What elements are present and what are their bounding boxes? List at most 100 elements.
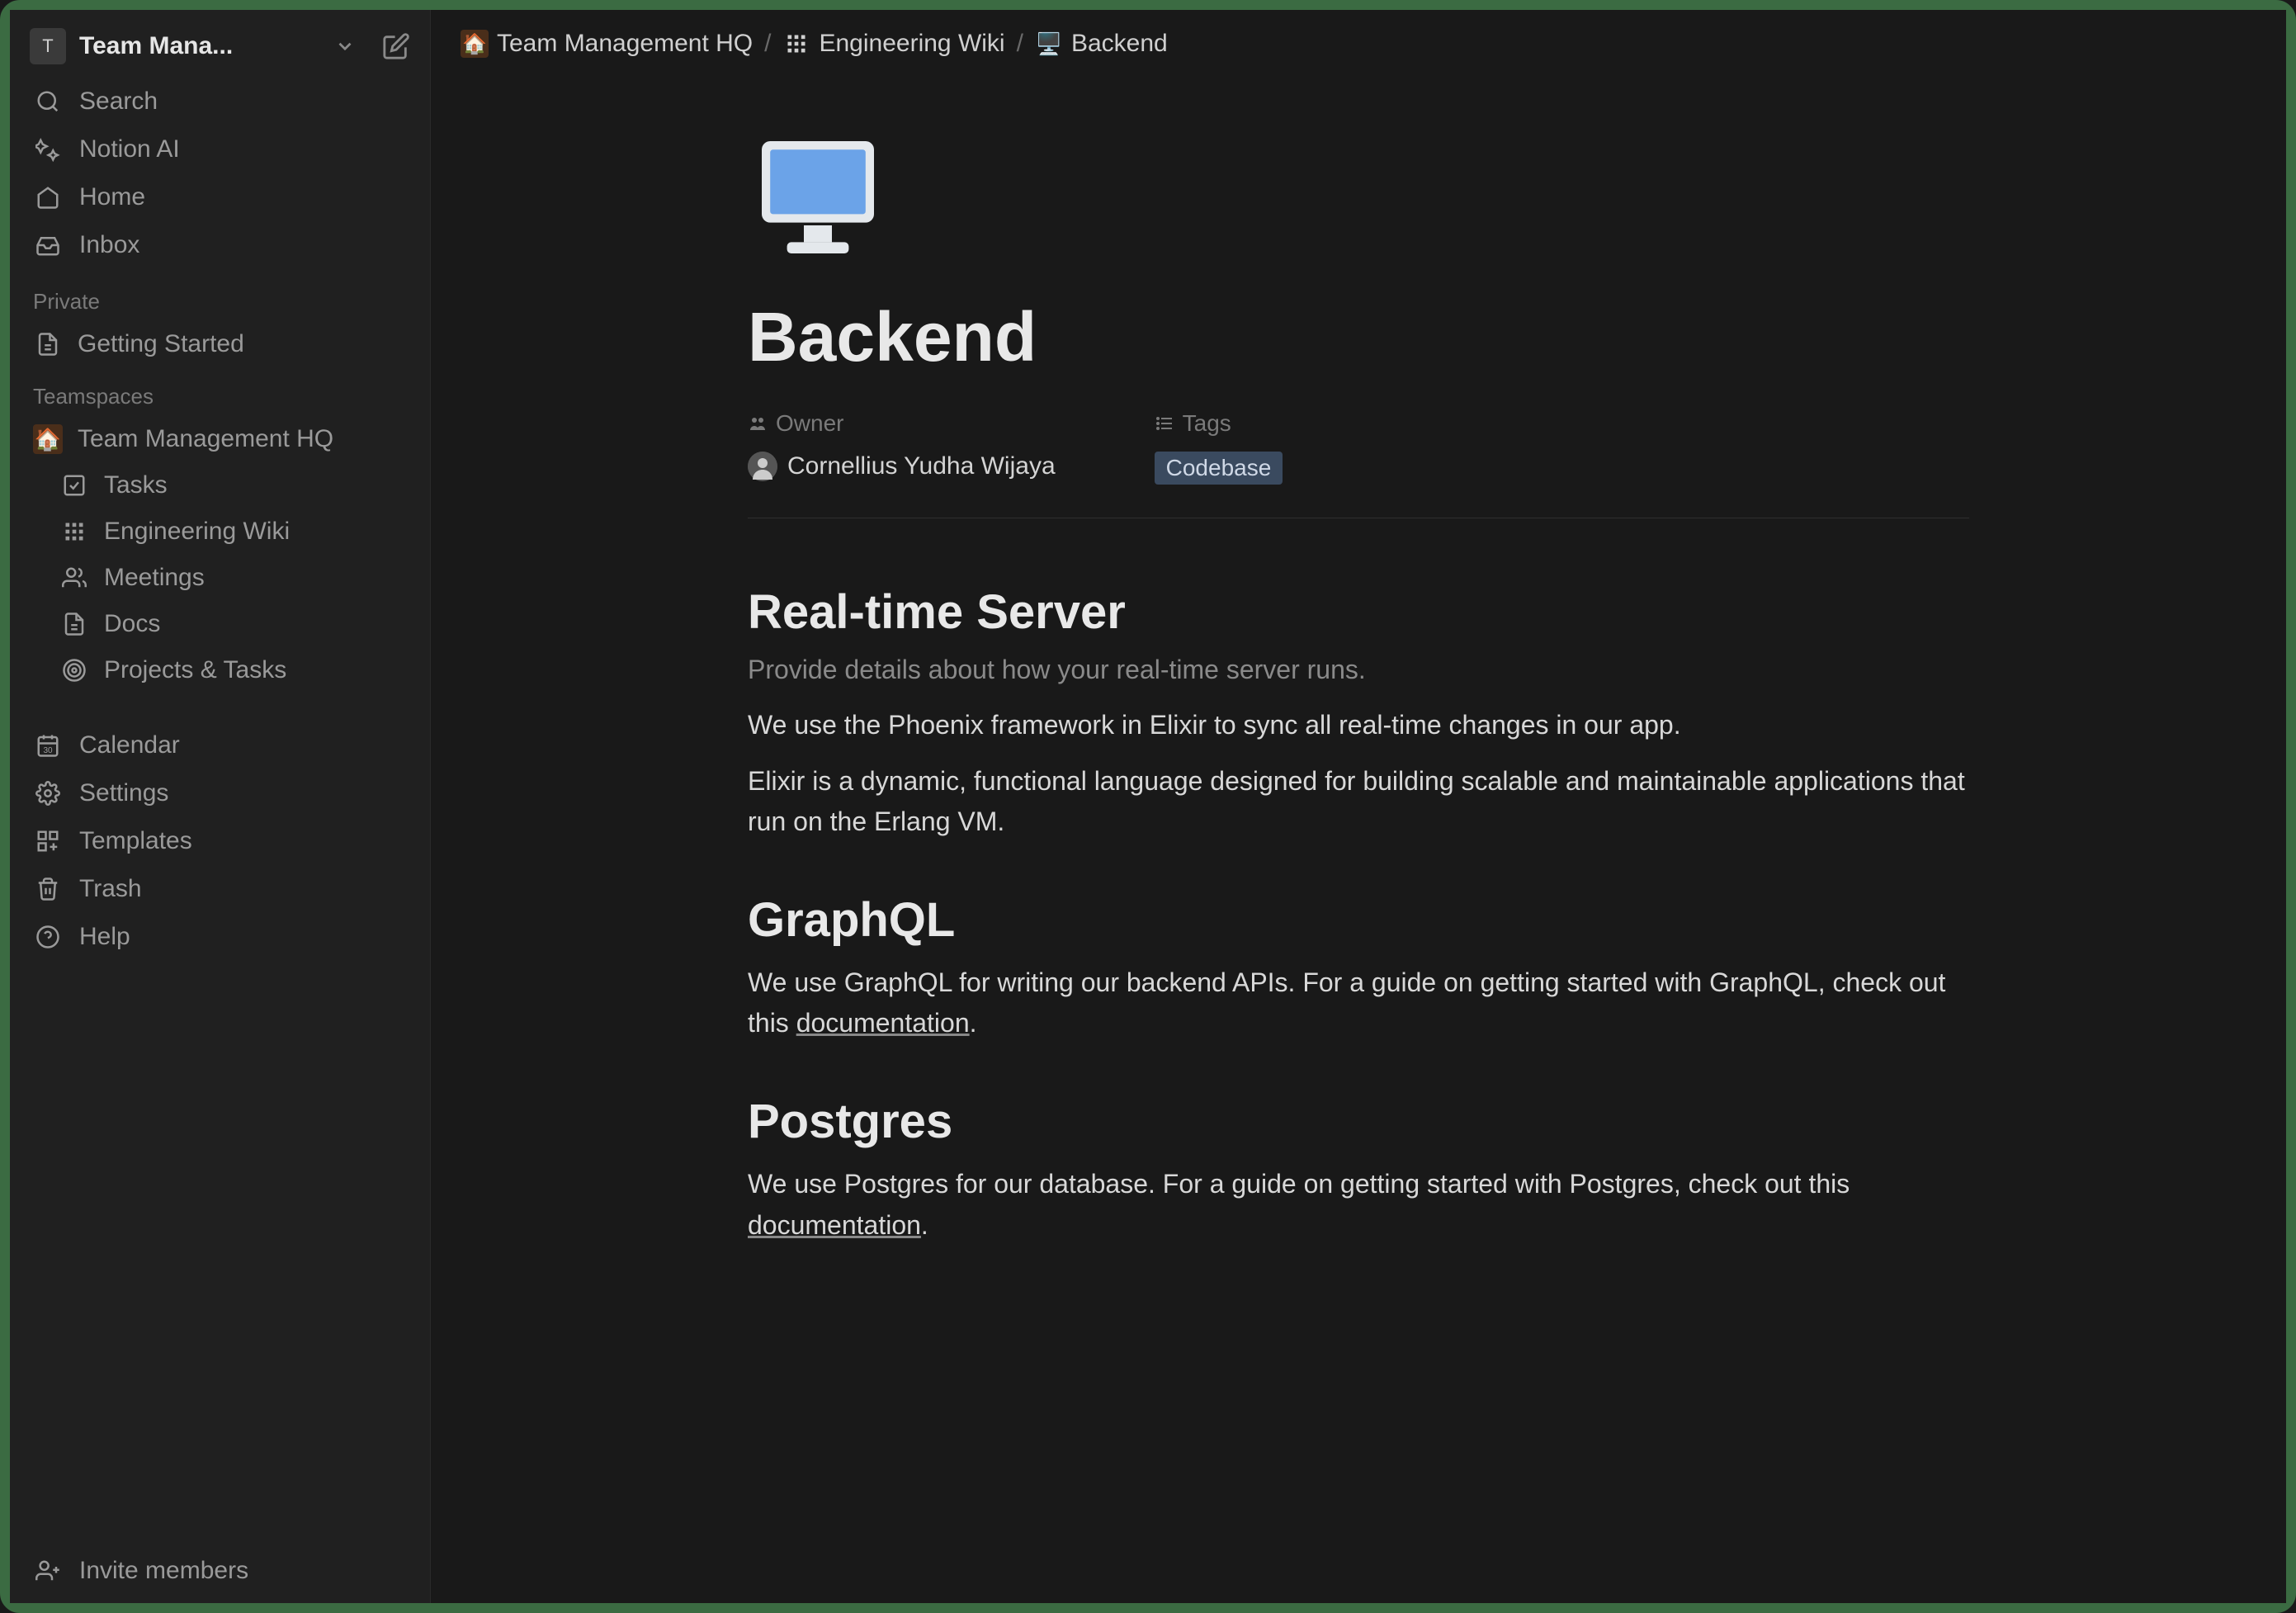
section-heading: GraphQL [748, 892, 1969, 948]
sidebar-item-label: Search [79, 88, 158, 116]
sidebar-item-label: Tasks [104, 471, 168, 499]
paragraph: We use Postgres for our database. For a … [748, 1164, 1969, 1246]
sidebar-page-tasks[interactable]: Tasks [10, 462, 430, 508]
sidebar-item-settings[interactable]: Settings [10, 769, 430, 817]
home-icon [33, 185, 63, 210]
computer-icon: 🖥️ [1035, 30, 1063, 58]
page-icon [59, 609, 89, 639]
new-page-icon[interactable] [382, 32, 410, 60]
sidebar-item-search[interactable]: Search [10, 78, 430, 125]
sidebar-item-label: Settings [79, 779, 168, 807]
documentation-link[interactable]: documentation [748, 1210, 921, 1240]
section-graphql: GraphQL We use GraphQL for writing our b… [748, 892, 1969, 1044]
breadcrumb-label: Backend [1071, 30, 1168, 58]
svg-text:30: 30 [43, 746, 53, 755]
sidebar-item-label: Docs [104, 610, 160, 638]
chevron-down-icon [334, 35, 356, 57]
sidebar-page-getting-started[interactable]: Getting Started [10, 321, 430, 367]
property-owner[interactable]: Owner Cornellius Yudha Wijaya [748, 410, 1056, 485]
search-icon [33, 89, 63, 114]
tag-chip: Codebase [1155, 452, 1283, 485]
breadcrumb: 🏠 Team Management HQ / Engineering Wiki … [431, 10, 2286, 78]
paragraph: We use the Phoenix framework in Elixir t… [748, 705, 1969, 746]
section-postgres: Postgres We use Postgres for our databas… [748, 1094, 1969, 1246]
sidebar-item-label: Inbox [79, 231, 139, 259]
property-label: Tags [1183, 410, 1231, 437]
section-heading: Real-time Server [748, 584, 1969, 640]
sidebar-item-templates[interactable]: Templates [10, 817, 430, 865]
page-icon [33, 329, 63, 359]
templates-icon [33, 829, 63, 854]
calendar-icon: 30 [33, 733, 63, 758]
grid-icon [782, 30, 810, 58]
ai-icon [33, 137, 63, 162]
sidebar-item-calendar[interactable]: 30 Calendar [10, 721, 430, 769]
sidebar-item-label: Engineering Wiki [104, 518, 290, 546]
property-value: Cornellius Yudha Wijaya [787, 452, 1056, 480]
paragraph: We use GraphQL for writing our backend A… [748, 963, 1969, 1044]
breadcrumb-label: Team Management HQ [497, 30, 753, 58]
section-subtitle: Provide details about how your real-time… [748, 655, 1969, 685]
sidebar-item-label: Meetings [104, 564, 205, 592]
sidebar-item-label: Calendar [79, 731, 180, 759]
sidebar-item-label: Templates [79, 827, 192, 855]
section-real-time-server: Real-time Server Provide details about h… [748, 584, 1969, 843]
grid-icon [59, 517, 89, 546]
invite-icon [33, 1559, 63, 1583]
sidebar-item-label: Getting Started [78, 330, 244, 358]
workspace-name: Team Mana... [79, 32, 321, 60]
workspace-switcher[interactable]: T Team Mana... [10, 18, 430, 74]
sidebar-teamspace[interactable]: 🏠 Team Management HQ [10, 416, 430, 462]
sidebar-item-label: Team Management HQ [78, 425, 333, 453]
trash-icon [33, 877, 63, 901]
workspace-badge: T [30, 28, 66, 64]
sidebar-item-label: Help [79, 923, 130, 951]
paragraph: Elixir is a dynamic, functional language… [748, 761, 1969, 843]
breadcrumb-item-workspace[interactable]: 🏠 Team Management HQ [461, 30, 753, 58]
sidebar: T Team Mana... Search Notion AI [10, 10, 431, 1603]
page-title: Backend [748, 297, 1969, 377]
sidebar-item-help[interactable]: Help [10, 913, 430, 961]
list-icon [1155, 414, 1174, 433]
breadcrumb-label: Engineering Wiki [819, 30, 1004, 58]
checkbox-icon [59, 471, 89, 500]
sidebar-item-label: Notion AI [79, 135, 180, 163]
sidebar-item-notion-ai[interactable]: Notion AI [10, 125, 430, 173]
sidebar-item-label: Invite members [79, 1557, 248, 1585]
house-icon: 🏠 [461, 30, 489, 58]
sidebar-bottom-nav: 30 Calendar Settings Templates [10, 718, 430, 964]
sidebar-top-nav: Search Notion AI Home Inbox [10, 74, 430, 272]
documentation-link[interactable]: documentation [796, 1008, 970, 1038]
sidebar-invite-members[interactable]: Invite members [10, 1547, 430, 1595]
house-icon: 🏠 [33, 424, 63, 454]
sidebar-section-private: Private [10, 272, 430, 321]
main-content: 🏠 Team Management HQ / Engineering Wiki … [431, 10, 2286, 1603]
help-icon [33, 925, 63, 949]
avatar [748, 452, 777, 481]
breadcrumb-item-wiki[interactable]: Engineering Wiki [782, 30, 1004, 58]
sidebar-item-home[interactable]: Home [10, 173, 430, 221]
sidebar-item-label: Home [79, 183, 145, 211]
page-properties: Owner Cornellius Yudha Wijaya Ta [748, 410, 1969, 518]
sidebar-page-engineering-wiki[interactable]: Engineering Wiki [10, 508, 430, 555]
sidebar-item-label: Trash [79, 875, 142, 903]
people-icon [748, 414, 768, 433]
target-icon [59, 655, 89, 685]
section-heading: Postgres [748, 1094, 1969, 1149]
property-tags[interactable]: Tags Codebase [1155, 410, 1283, 485]
sidebar-section-teamspaces: Teamspaces [10, 367, 430, 416]
sidebar-page-projects-tasks[interactable]: Projects & Tasks [10, 647, 430, 693]
breadcrumb-separator: / [1013, 30, 1027, 58]
sidebar-item-label: Projects & Tasks [104, 656, 286, 684]
sidebar-item-trash[interactable]: Trash [10, 865, 430, 913]
breadcrumb-item-current[interactable]: 🖥️ Backend [1035, 30, 1168, 58]
inbox-icon [33, 233, 63, 258]
property-label: Owner [776, 410, 843, 437]
page-hero-icon[interactable] [748, 127, 888, 267]
sidebar-page-docs[interactable]: Docs [10, 601, 430, 647]
sidebar-item-inbox[interactable]: Inbox [10, 221, 430, 269]
settings-icon [33, 781, 63, 806]
users-icon [59, 563, 89, 593]
breadcrumb-separator: / [761, 30, 774, 58]
sidebar-page-meetings[interactable]: Meetings [10, 555, 430, 601]
